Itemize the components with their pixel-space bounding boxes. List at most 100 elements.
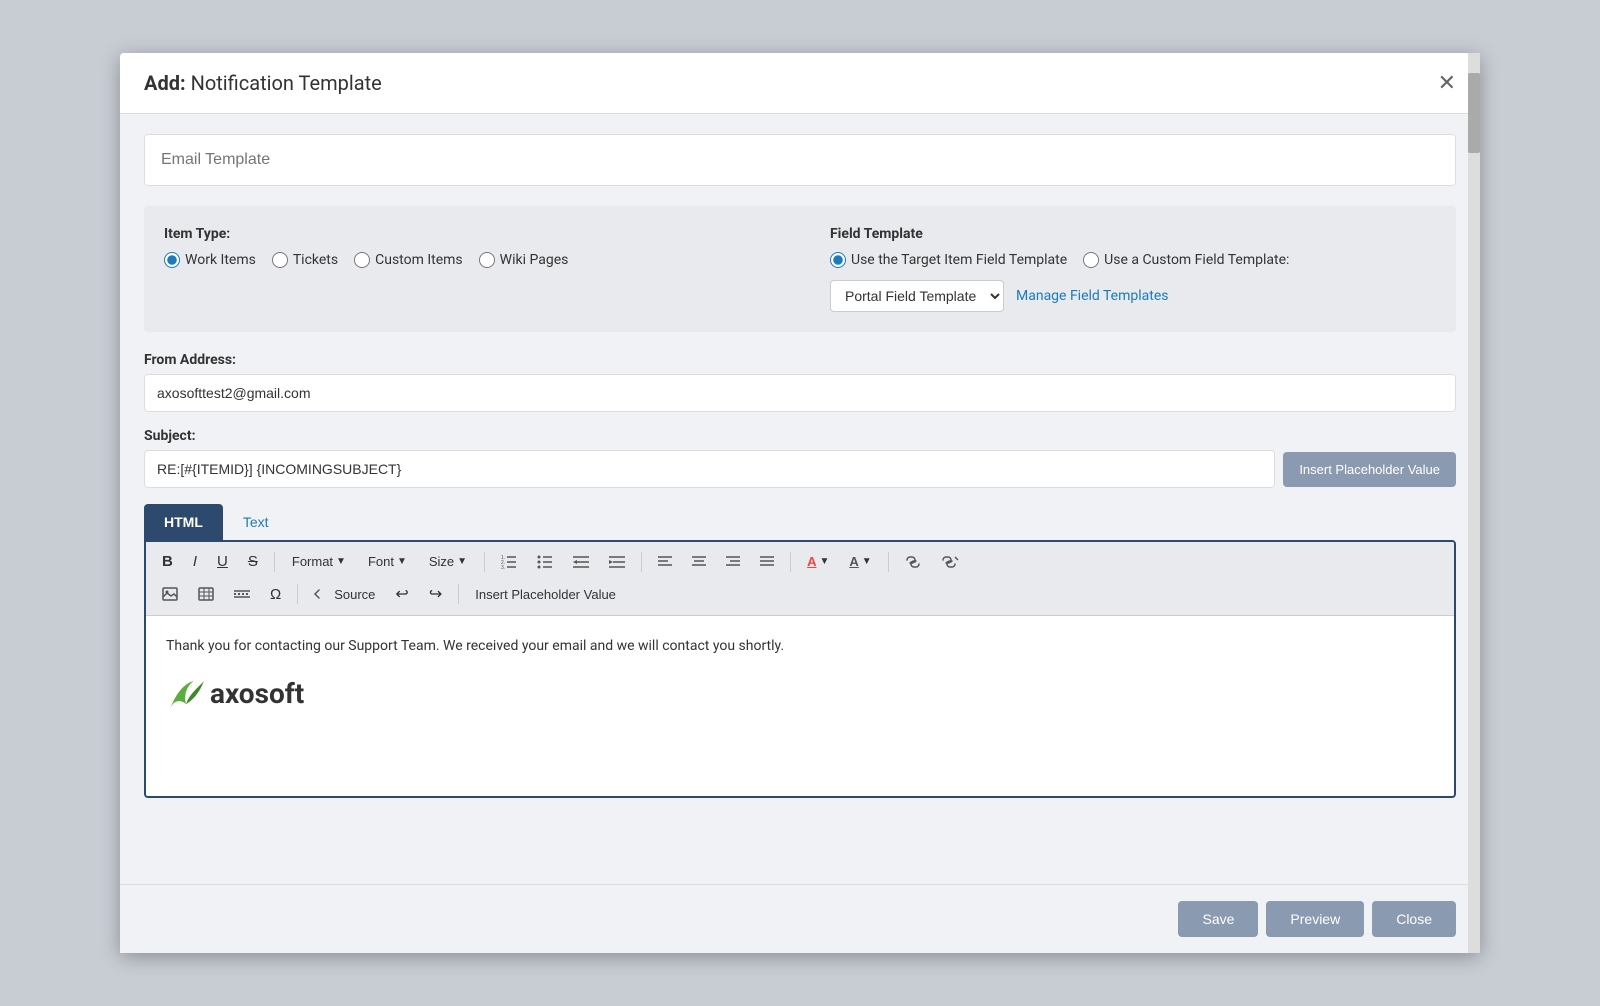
radio-wiki-pages-input[interactable] xyxy=(479,252,495,268)
insert-link-button[interactable] xyxy=(897,551,929,573)
toolbar-sep-5 xyxy=(888,552,889,572)
underline-button[interactable]: U xyxy=(209,548,236,575)
modal-header: Add: Notification Template ✕ xyxy=(120,53,1480,114)
editor-text: Thank you for contacting our Support Tea… xyxy=(166,636,1434,657)
insert-placeholder-subject-button[interactable]: Insert Placeholder Value xyxy=(1283,452,1456,487)
insert-placeholder-editor-button[interactable]: Insert Placeholder Value xyxy=(467,582,624,607)
font-color-button[interactable]: A ▼ xyxy=(799,549,837,574)
toolbar-sep-2 xyxy=(484,552,485,572)
italic-button[interactable]: I xyxy=(185,548,205,575)
font-dropdown[interactable]: Font ▼ xyxy=(359,549,416,574)
unordered-list-button[interactable] xyxy=(529,550,561,574)
config-section: Item Type: Work Items Tickets Custom Ite… xyxy=(144,206,1456,332)
radio-tickets-label: Tickets xyxy=(293,252,338,268)
radio-wiki-pages[interactable]: Wiki Pages xyxy=(479,252,569,268)
manage-field-templates-link[interactable]: Manage Field Templates xyxy=(1016,288,1169,304)
font-color-chevron-icon: ▼ xyxy=(819,556,829,567)
source-button[interactable]: Source xyxy=(306,582,383,607)
ordered-list-button[interactable]: 1.2.3. xyxy=(493,550,525,574)
editor-tabs: HTML Text xyxy=(144,504,1456,540)
preview-button[interactable]: Preview xyxy=(1266,901,1364,937)
remove-link-button[interactable] xyxy=(933,551,967,573)
tab-text[interactable]: Text xyxy=(223,504,289,540)
align-justify-button[interactable] xyxy=(752,550,782,574)
radio-work-items-label: Work Items xyxy=(185,252,256,268)
from-address-label: From Address: xyxy=(144,352,1456,368)
scrollbar-thumb[interactable] xyxy=(1468,73,1480,153)
item-type-label: Item Type: xyxy=(164,226,770,242)
tab-html[interactable]: HTML xyxy=(144,504,223,540)
toolbar-row-1: B I U S Format ▼ Font ▼ Size ▼ xyxy=(154,548,1446,575)
align-left-button[interactable] xyxy=(650,550,680,574)
undo-button[interactable]: ↩ xyxy=(387,579,416,609)
radio-custom-items-input[interactable] xyxy=(354,252,370,268)
editor-container: B I U S Format ▼ Font ▼ Size ▼ xyxy=(144,540,1456,798)
svg-text:3.: 3. xyxy=(501,565,505,569)
radio-work-items[interactable]: Work Items xyxy=(164,252,256,268)
modal-title: Add: Notification Template xyxy=(144,71,382,95)
modal-close-button[interactable]: ✕ xyxy=(1438,72,1456,94)
email-template-input[interactable] xyxy=(144,134,1456,186)
radio-use-custom[interactable]: Use a Custom Field Template: xyxy=(1083,252,1289,268)
insert-placeholder-editor-label: Insert Placeholder Value xyxy=(475,587,616,602)
subject-row: Insert Placeholder Value xyxy=(144,450,1456,488)
indent-decrease-button[interactable] xyxy=(565,550,597,574)
radio-use-custom-label: Use a Custom Field Template: xyxy=(1104,252,1289,268)
item-type-group: Item Type: Work Items Tickets Custom Ite… xyxy=(164,226,770,312)
axosoft-logo: axosoft xyxy=(166,673,1434,715)
toolbar-sep-4 xyxy=(790,552,791,572)
align-right-button[interactable] xyxy=(718,550,748,574)
close-button[interactable]: Close xyxy=(1372,901,1456,937)
indent-increase-button[interactable] xyxy=(601,550,633,574)
modal-title-text: Notification Template xyxy=(191,71,382,95)
axosoft-logo-text: axosoft xyxy=(210,673,304,715)
subject-group: Subject: Insert Placeholder Value xyxy=(144,428,1456,488)
align-center-button[interactable] xyxy=(684,550,714,574)
save-button[interactable]: Save xyxy=(1178,901,1258,937)
modal-footer: Save Preview Close xyxy=(120,884,1480,953)
bold-button[interactable]: B xyxy=(154,548,181,575)
radio-wiki-pages-label: Wiki Pages xyxy=(500,252,569,268)
from-address-input[interactable] xyxy=(144,374,1456,412)
toolbar-row-2: Ω Source ↩ ↪ Insert Placeholder Value xyxy=(154,579,1446,609)
toolbar-sep-3 xyxy=(641,552,642,572)
horizontal-rule-button[interactable] xyxy=(226,582,258,606)
field-template-group: Field Template Use the Target Item Field… xyxy=(830,226,1436,312)
modal-title-prefix: Add: xyxy=(144,71,186,95)
radio-custom-items-label: Custom Items xyxy=(375,252,463,268)
insert-table-button[interactable] xyxy=(190,582,222,606)
insert-image-button[interactable] xyxy=(154,582,186,606)
font-label: Font xyxy=(368,554,394,569)
format-label: Format xyxy=(292,554,333,569)
radio-use-custom-input[interactable] xyxy=(1083,252,1099,268)
highlight-button[interactable]: A ▼ xyxy=(841,549,879,574)
field-template-radio-group: Use the Target Item Field Template Use a… xyxy=(830,252,1436,268)
radio-use-target[interactable]: Use the Target Item Field Template xyxy=(830,252,1067,268)
notification-template-modal: Add: Notification Template ✕ Item Type: … xyxy=(120,53,1480,953)
strikethrough-button[interactable]: S xyxy=(240,548,266,575)
radio-use-target-input[interactable] xyxy=(830,252,846,268)
portal-field-template-select[interactable]: Portal Field Template xyxy=(830,280,1004,312)
field-template-label: Field Template xyxy=(830,226,1436,242)
size-label: Size xyxy=(429,554,454,569)
special-char-button[interactable]: Ω xyxy=(262,581,289,608)
editor-content[interactable]: Thank you for contacting our Support Tea… xyxy=(146,616,1454,796)
radio-tickets-input[interactable] xyxy=(272,252,288,268)
format-chevron-icon: ▼ xyxy=(336,556,346,567)
redo-button[interactable]: ↪ xyxy=(421,579,450,609)
font-chevron-icon: ▼ xyxy=(397,556,407,567)
modal-body: Item Type: Work Items Tickets Custom Ite… xyxy=(120,114,1480,884)
axosoft-logo-leaf-icon xyxy=(166,677,206,712)
scrollbar-track[interactable] xyxy=(1468,53,1480,953)
radio-tickets[interactable]: Tickets xyxy=(272,252,338,268)
toolbar-sep-7 xyxy=(458,584,459,604)
size-dropdown[interactable]: Size ▼ xyxy=(420,549,476,574)
format-dropdown[interactable]: Format ▼ xyxy=(283,549,355,574)
radio-work-items-input[interactable] xyxy=(164,252,180,268)
subject-input[interactable] xyxy=(144,450,1275,488)
radio-custom-items[interactable]: Custom Items xyxy=(354,252,463,268)
editor-toolbar: B I U S Format ▼ Font ▼ Size ▼ xyxy=(146,542,1454,616)
highlight-chevron-icon: ▼ xyxy=(862,556,872,567)
toolbar-sep-1 xyxy=(274,552,275,572)
field-template-dropdown-row: Portal Field Template Manage Field Templ… xyxy=(830,280,1436,312)
